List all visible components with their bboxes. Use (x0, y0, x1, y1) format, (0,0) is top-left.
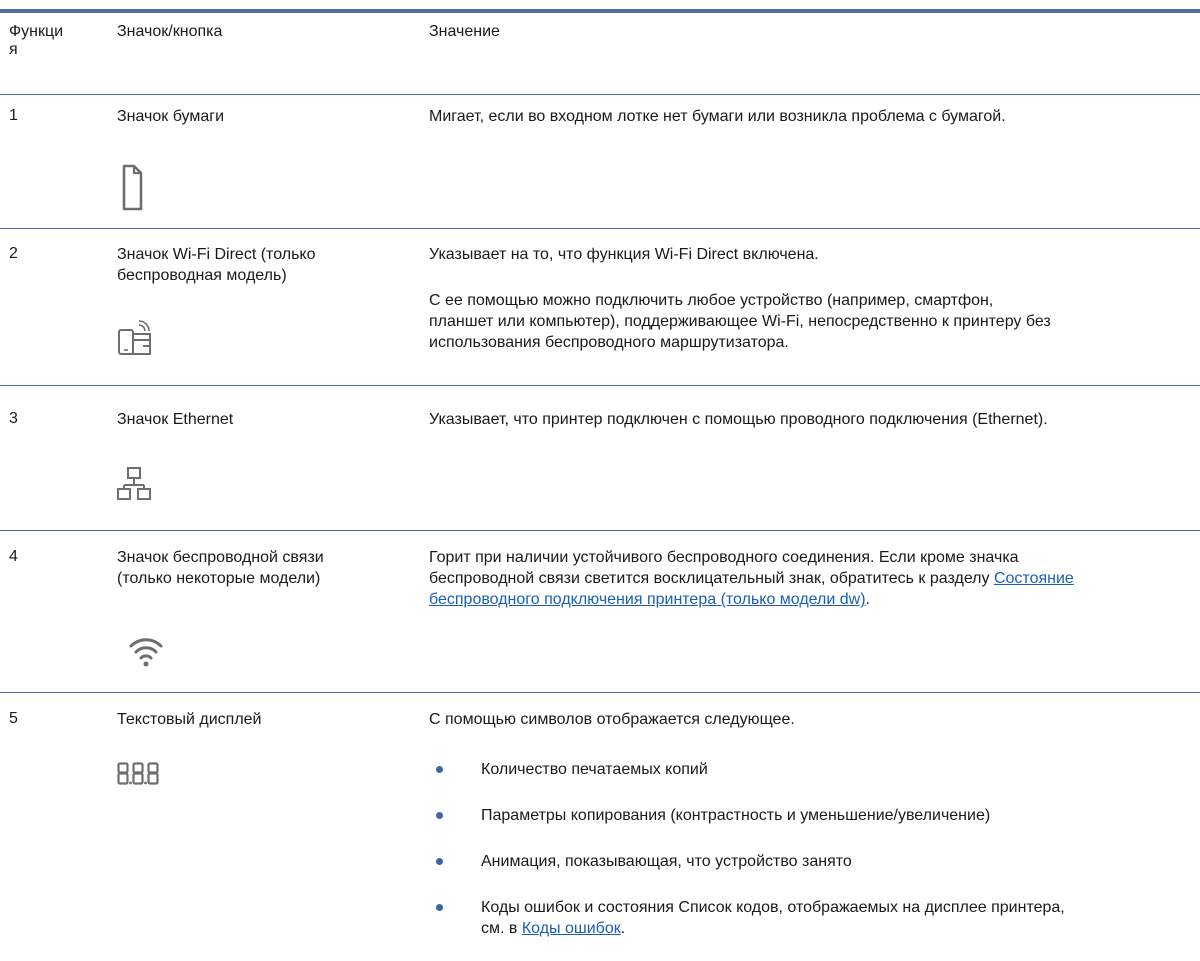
list-item-text: Количество печатаемых копий (481, 761, 708, 778)
row-4-meaning-line2: беспроводной связи светится восклицатель… (429, 568, 1200, 589)
row-4-meaning: Горит при наличии устойчивого беспроводн… (429, 547, 1200, 610)
row-2-name-line2: беспроводная модель) (117, 267, 287, 284)
header-function-line2: я (9, 41, 18, 58)
wireless-status-link-part1[interactable]: Состояние (994, 570, 1074, 587)
list-item-text: Параметры копирования (контрастность и у… (481, 807, 991, 824)
row-4-name-line1: Значок беспроводной связи (117, 549, 324, 566)
list-item-text: Коды ошибок и состояния Список кодов, от… (481, 897, 1200, 939)
bullet-dot (436, 904, 443, 911)
row-2-meaning-p2: С ее помощью можно подключить любое устр… (429, 290, 1200, 353)
row-1-number: 1 (9, 107, 18, 124)
row-3-meaning: Указывает, что принтер подключен с помощ… (429, 411, 1048, 428)
header-icon-button: Значок/кнопка (117, 23, 223, 40)
row-1-meaning: Мигает, если во входном лотке нет бумаги… (429, 108, 1006, 125)
row-divider-1 (0, 228, 1200, 229)
ethernet-icon (117, 467, 151, 501)
row-4-name-line2: (только некоторые модели) (117, 570, 321, 587)
row-5-name: Текстовый дисплей (117, 711, 262, 728)
bullet-dot (436, 858, 443, 865)
last-bullet-prefix: см. в (481, 920, 522, 937)
row-2-meaning-p2-line3: использования беспроводного маршрутизато… (429, 334, 789, 351)
row-2-name-line1: Значок Wi-Fi Direct (только (117, 246, 316, 263)
error-codes-link[interactable]: Коды ошибок (522, 920, 621, 937)
bullet-dot (436, 766, 443, 773)
paper-icon (121, 164, 143, 212)
wireless-icon (129, 633, 163, 667)
row-5-meaning-intro: С помощью символов отображается следующе… (429, 711, 795, 728)
header-function: Функци я (9, 23, 94, 59)
row-2-meaning-p1: Указывает на то, что функция Wi-Fi Direc… (429, 246, 819, 263)
last-bullet-line1: Коды ошибок и состояния Список кодов, от… (481, 899, 1065, 916)
header-meaning: Значение (429, 23, 500, 40)
header-divider (0, 94, 1200, 95)
row-2-number: 2 (9, 245, 18, 262)
row-2-name: Значок Wi-Fi Direct (только беспроводная… (117, 244, 315, 286)
wifi-direct-icon (117, 318, 155, 358)
row-4-meaning-line2-text: беспроводной связи светится восклицатель… (429, 570, 994, 587)
last-bullet-line2: см. в Коды ошибок. (481, 918, 1200, 939)
bullet-dot (436, 812, 443, 819)
wireless-status-link-part2[interactable]: беспроводного подключения принтера (толь… (429, 591, 866, 608)
row-5-number: 5 (9, 710, 18, 727)
row-2-meaning-p2-line1: С ее помощью можно подключить любое устр… (429, 292, 994, 309)
row-divider-3 (0, 530, 1200, 531)
table-top-border (0, 9, 1200, 13)
segment-display-icon (117, 762, 159, 786)
row-4-name: Значок беспроводной связи (только некото… (117, 547, 324, 589)
row-3-number: 3 (9, 410, 18, 427)
list-item-text: Анимация, показывающая, что устройство з… (481, 853, 852, 870)
row-divider-4 (0, 692, 1200, 693)
header-function-line1: Функци (9, 23, 64, 40)
row-divider-2 (0, 385, 1200, 386)
row-4-meaning-line1: Горит при наличии устойчивого беспроводн… (429, 549, 1019, 566)
row-4-meaning-line3: беспроводного подключения принтера (толь… (429, 589, 1200, 610)
row-1-name: Значок бумаги (117, 108, 225, 125)
row-2-meaning-p2-line2: планшет или компьютер), поддерживающее W… (429, 313, 1051, 330)
row-4-meaning-tail: . (865, 591, 870, 608)
row-3-name: Значок Ethernet (117, 411, 234, 428)
row-4-number: 4 (9, 548, 18, 565)
last-bullet-tail: . (620, 920, 626, 937)
